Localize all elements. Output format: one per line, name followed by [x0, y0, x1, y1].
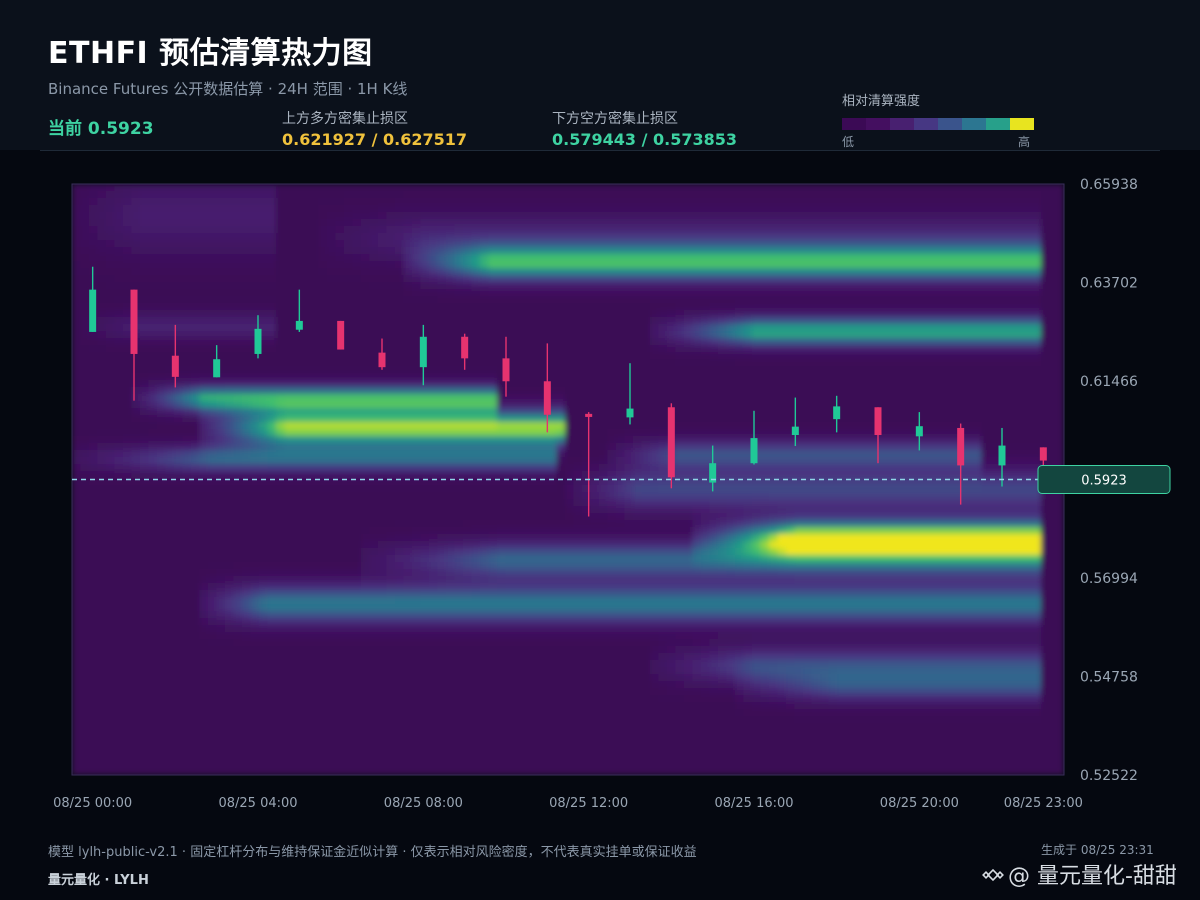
watermark: @ 量元量化-甜甜 — [982, 858, 1177, 890]
header-divider — [40, 150, 1160, 151]
binance-logo-icon — [982, 864, 1004, 884]
legend-high-label: 高 — [1018, 135, 1031, 149]
candle-down — [337, 320, 345, 350]
x-axis: 08/25 00:00 08/25 04:00 08/25 08:00 08/25 1… — [53, 796, 1083, 811]
candle-body — [461, 336, 469, 359]
candle-body — [337, 320, 345, 350]
y-tick-label: 0.54758 — [1080, 670, 1138, 686]
candle-body — [378, 352, 386, 368]
candle-body — [543, 381, 551, 415]
y-tick-label: 0.61466 — [1080, 374, 1138, 390]
candle-body — [502, 358, 510, 382]
upper-stop-zone: 上方多方密集止损区 0.621927 / 0.627517 — [282, 108, 467, 149]
candle-body — [667, 407, 675, 478]
footer-note: 模型 lylh-public-v2.1 · 固定杠杆分布与维持保证金近似计算 ·… — [48, 845, 697, 860]
current-price-tag-text: 0.5923 — [1081, 474, 1127, 489]
candle-body — [295, 320, 303, 330]
candle-body — [254, 328, 262, 354]
candle-body — [585, 413, 593, 417]
legend-low-label: 低 — [842, 135, 855, 149]
candle-body — [1039, 447, 1047, 461]
generated-time: 生成于 08/25 23:31 — [1041, 843, 1154, 857]
candle-body — [130, 289, 138, 354]
legend-title: 相对清算强度 — [842, 94, 921, 109]
upper-stop-zone-value: 0.621927 / 0.627517 — [282, 130, 467, 149]
x-tick-label: 08/25 00:00 — [53, 796, 132, 811]
x-tick-label: 08/25 16:00 — [714, 796, 793, 811]
current-price-tag: 0.5923 — [1037, 465, 1171, 494]
candle-body — [998, 445, 1006, 466]
liquidation-heatmap-chart: 0.5923 0.65938 0.63702 0.61466 0.56994 0.547… — [53, 177, 1171, 811]
legend-swatch — [890, 118, 914, 130]
candle-body — [874, 407, 882, 436]
y-tick-label: 0.65938 — [1080, 177, 1138, 193]
footer-brand: 量元量化 · LYLH — [48, 873, 149, 888]
legend-swatch — [914, 118, 938, 130]
candle-body — [915, 426, 923, 437]
y-tick-label: 0.52522 — [1080, 768, 1138, 784]
lower-stop-zone-label: 下方空方密集止损区 — [552, 111, 678, 127]
legend-swatch — [986, 118, 1010, 130]
legend-swatch — [962, 118, 986, 130]
legend-swatch — [842, 118, 866, 130]
lower-stop-zone-value: 0.579443 / 0.573853 — [552, 130, 737, 149]
candle-body — [957, 427, 965, 466]
legend-swatch — [866, 118, 890, 130]
y-tick-label: 0.63702 — [1080, 276, 1138, 292]
legend-swatch — [1010, 118, 1034, 130]
candle-body — [419, 336, 427, 368]
candle-body — [750, 438, 758, 464]
candle-body — [791, 426, 799, 436]
x-tick-label: 08/25 20:00 — [880, 796, 959, 811]
page-subtitle: Binance Futures 公开数据估算 · 24H 范围 · 1H K线 — [48, 80, 408, 98]
header-panel: ETHFI 预估清算热力图 Binance Futures 公开数据估算 · 2… — [0, 0, 1200, 150]
lower-stop-zone: 下方空方密集止损区 0.579443 / 0.573853 — [552, 108, 737, 149]
candle-body — [171, 355, 179, 377]
candle-body — [89, 289, 97, 332]
x-tick-label: 08/25 04:00 — [218, 796, 297, 811]
x-tick-label: 08/25 08:00 — [384, 796, 463, 811]
current-price: 当前 0.5923 — [48, 119, 154, 139]
y-tick-label: 0.56994 — [1080, 571, 1138, 587]
upper-stop-zone-label: 上方多方密集止损区 — [282, 111, 408, 127]
legend-swatch — [938, 118, 962, 130]
candle-body — [833, 406, 841, 420]
watermark-text: @ 量元量化-甜甜 — [1008, 864, 1177, 889]
x-tick-label: 08/25 12:00 — [549, 796, 628, 811]
legend-color-scale — [842, 118, 1034, 130]
page-title: ETHFI 预估清算热力图 — [48, 36, 373, 71]
x-tick-label: 08/25 23:00 — [1004, 796, 1083, 811]
candle-body — [213, 359, 221, 378]
candle-body — [626, 408, 634, 418]
intensity-legend: 相对清算强度 低 高 — [842, 90, 1042, 149]
candle-down — [667, 403, 675, 489]
